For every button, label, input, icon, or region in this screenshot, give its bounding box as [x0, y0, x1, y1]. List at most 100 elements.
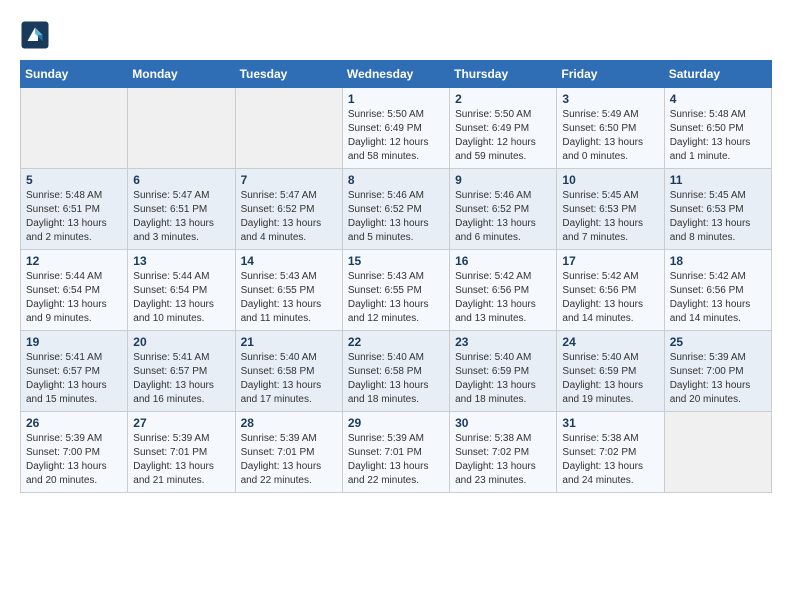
day-number: 30: [455, 416, 551, 430]
day-info: Sunrise: 5:39 AM Sunset: 7:00 PM Dayligh…: [670, 351, 766, 407]
day-number: 13: [133, 254, 229, 268]
day-info: Sunrise: 5:45 AM Sunset: 6:53 PM Dayligh…: [562, 189, 658, 245]
day-info: Sunrise: 5:43 AM Sunset: 6:55 PM Dayligh…: [241, 270, 337, 326]
day-info: Sunrise: 5:41 AM Sunset: 6:57 PM Dayligh…: [133, 351, 229, 407]
calendar-table: SundayMondayTuesdayWednesdayThursdayFrid…: [20, 60, 772, 493]
calendar-cell: 17Sunrise: 5:42 AM Sunset: 6:56 PM Dayli…: [557, 250, 664, 331]
calendar-cell: 21Sunrise: 5:40 AM Sunset: 6:58 PM Dayli…: [235, 331, 342, 412]
day-header-monday: Monday: [128, 61, 235, 88]
day-header-friday: Friday: [557, 61, 664, 88]
calendar-cell: 1 Sunrise: 5:50 AM Sunset: 6:49 PM Daylig…: [342, 88, 449, 169]
calendar-cell: [128, 88, 235, 169]
day-info: Sunrise: 5:47 AM Sunset: 6:51 PM Dayligh…: [133, 189, 229, 245]
day-info: Sunrise: 5:46 AM Sunset: 6:52 PM Dayligh…: [455, 189, 551, 245]
day-number: 15: [348, 254, 444, 268]
day-info: Sunrise: 5:46 AM Sunset: 6:52 PM Dayligh…: [348, 189, 444, 245]
day-info: Sunrise: 5:38 AM Sunset: 7:02 PM Dayligh…: [562, 432, 658, 488]
day-info: Sunrise: 5:44 AM Sunset: 6:54 PM Dayligh…: [133, 270, 229, 326]
calendar-cell: 27 Sunrise: 5:39 AM Sunset: 7:01 PM Dayli…: [128, 412, 235, 493]
day-number: 9: [455, 173, 551, 187]
day-header-thursday: Thursday: [450, 61, 557, 88]
day-number: 8: [348, 173, 444, 187]
day-info: Sunrise: 5:40 AM Sunset: 6:59 PM Dayligh…: [455, 351, 551, 407]
day-number: 25: [670, 335, 766, 349]
day-number: 3: [562, 92, 658, 106]
day-info: Sunrise: 5:39 AM Sunset: 7:01 PM Dayligh…: [133, 432, 229, 488]
calendar-cell: 14 Sunrise: 5:43 AM Sunset: 6:55 PM Dayli…: [235, 250, 342, 331]
calendar-cell: 23 Sunrise: 5:40 AM Sunset: 6:59 PM Dayli…: [450, 331, 557, 412]
day-info: Sunrise: 5:40 AM Sunset: 6:58 PM Dayligh…: [348, 351, 444, 407]
day-info: Sunrise: 5:39 AM Sunset: 7:01 PM Dayligh…: [348, 432, 444, 488]
day-header-sunday: Sunday: [21, 61, 128, 88]
week-row-5: 26 Sunrise: 5:39 AM Sunset: 7:00 PM Dayli…: [21, 412, 772, 493]
calendar-cell: 6 Sunrise: 5:47 AM Sunset: 6:51 PM Daylig…: [128, 169, 235, 250]
calendar-cell: 29 Sunrise: 5:39 AM Sunset: 7:01 PM Dayli…: [342, 412, 449, 493]
day-info: Sunrise: 5:48 AM Sunset: 6:50 PM Dayligh…: [670, 108, 766, 164]
day-number: 6: [133, 173, 229, 187]
calendar-cell: 7 Sunrise: 5:47 AM Sunset: 6:52 PM Daylig…: [235, 169, 342, 250]
day-number: 22: [348, 335, 444, 349]
day-number: 21: [241, 335, 337, 349]
day-number: 26: [26, 416, 122, 430]
week-row-4: 19 Sunrise: 5:41 AM Sunset: 6:57 PM Dayli…: [21, 331, 772, 412]
calendar-cell: 16Sunrise: 5:42 AM Sunset: 6:56 PM Dayli…: [450, 250, 557, 331]
day-headers: SundayMondayTuesdayWednesdayThursdayFrid…: [21, 61, 772, 88]
calendar-cell: 12 Sunrise: 5:44 AM Sunset: 6:54 PM Dayli…: [21, 250, 128, 331]
calendar-cell: 2 Sunrise: 5:50 AM Sunset: 6:49 PM Daylig…: [450, 88, 557, 169]
day-info: Sunrise: 5:42 AM Sunset: 6:56 PM Dayligh…: [562, 270, 658, 326]
day-number: 12: [26, 254, 122, 268]
calendar-cell: 22 Sunrise: 5:40 AM Sunset: 6:58 PM Dayli…: [342, 331, 449, 412]
day-info: Sunrise: 5:45 AM Sunset: 6:53 PM Dayligh…: [670, 189, 766, 245]
day-number: 2: [455, 92, 551, 106]
calendar-cell: 15 Sunrise: 5:43 AM Sunset: 6:55 PM Dayli…: [342, 250, 449, 331]
calendar-cell: 18Sunrise: 5:42 AM Sunset: 6:56 PM Dayli…: [664, 250, 771, 331]
day-number: 1: [348, 92, 444, 106]
logo: [20, 20, 52, 50]
day-info: Sunrise: 5:39 AM Sunset: 7:01 PM Dayligh…: [241, 432, 337, 488]
calendar-cell: 5Sunrise: 5:48 AM Sunset: 6:51 PM Daylig…: [21, 169, 128, 250]
day-number: 19: [26, 335, 122, 349]
calendar-cell: [235, 88, 342, 169]
day-info: Sunrise: 5:41 AM Sunset: 6:57 PM Dayligh…: [26, 351, 122, 407]
day-number: 11: [670, 173, 766, 187]
week-row-3: 12 Sunrise: 5:44 AM Sunset: 6:54 PM Dayli…: [21, 250, 772, 331]
day-info: Sunrise: 5:42 AM Sunset: 6:56 PM Dayligh…: [670, 270, 766, 326]
calendar-cell: 24Sunrise: 5:40 AM Sunset: 6:59 PM Dayli…: [557, 331, 664, 412]
day-header-saturday: Saturday: [664, 61, 771, 88]
day-header-wednesday: Wednesday: [342, 61, 449, 88]
day-info: Sunrise: 5:47 AM Sunset: 6:52 PM Dayligh…: [241, 189, 337, 245]
day-number: 31: [562, 416, 658, 430]
calendar-cell: 10 Sunrise: 5:45 AM Sunset: 6:53 PM Dayli…: [557, 169, 664, 250]
day-number: 23: [455, 335, 551, 349]
calendar-cell: [21, 88, 128, 169]
day-number: 5: [26, 173, 122, 187]
calendar-cell: 26 Sunrise: 5:39 AM Sunset: 7:00 PM Dayli…: [21, 412, 128, 493]
day-number: 10: [562, 173, 658, 187]
calendar-cell: 19 Sunrise: 5:41 AM Sunset: 6:57 PM Dayli…: [21, 331, 128, 412]
calendar-cell: 3Sunrise: 5:49 AM Sunset: 6:50 PM Daylig…: [557, 88, 664, 169]
day-info: Sunrise: 5:42 AM Sunset: 6:56 PM Dayligh…: [455, 270, 551, 326]
day-number: 27: [133, 416, 229, 430]
day-number: 28: [241, 416, 337, 430]
day-number: 14: [241, 254, 337, 268]
day-info: Sunrise: 5:50 AM Sunset: 6:49 PM Dayligh…: [348, 108, 444, 164]
day-info: Sunrise: 5:44 AM Sunset: 6:54 PM Dayligh…: [26, 270, 122, 326]
calendar-cell: 8 Sunrise: 5:46 AM Sunset: 6:52 PM Daylig…: [342, 169, 449, 250]
day-number: 29: [348, 416, 444, 430]
day-info: Sunrise: 5:43 AM Sunset: 6:55 PM Dayligh…: [348, 270, 444, 326]
calendar-cell: 4 Sunrise: 5:48 AM Sunset: 6:50 PM Daylig…: [664, 88, 771, 169]
day-number: 20: [133, 335, 229, 349]
calendar-cell: 30Sunrise: 5:38 AM Sunset: 7:02 PM Dayli…: [450, 412, 557, 493]
calendar-cell: 25 Sunrise: 5:39 AM Sunset: 7:00 PM Dayli…: [664, 331, 771, 412]
day-info: Sunrise: 5:40 AM Sunset: 6:59 PM Dayligh…: [562, 351, 658, 407]
week-row-1: 1 Sunrise: 5:50 AM Sunset: 6:49 PM Daylig…: [21, 88, 772, 169]
day-number: 4: [670, 92, 766, 106]
day-info: Sunrise: 5:50 AM Sunset: 6:49 PM Dayligh…: [455, 108, 551, 164]
header: [20, 20, 772, 50]
day-header-tuesday: Tuesday: [235, 61, 342, 88]
day-info: Sunrise: 5:39 AM Sunset: 7:00 PM Dayligh…: [26, 432, 122, 488]
logo-icon: [20, 20, 50, 50]
day-number: 7: [241, 173, 337, 187]
calendar-cell: 11 Sunrise: 5:45 AM Sunset: 6:53 PM Dayli…: [664, 169, 771, 250]
week-row-2: 5Sunrise: 5:48 AM Sunset: 6:51 PM Daylig…: [21, 169, 772, 250]
